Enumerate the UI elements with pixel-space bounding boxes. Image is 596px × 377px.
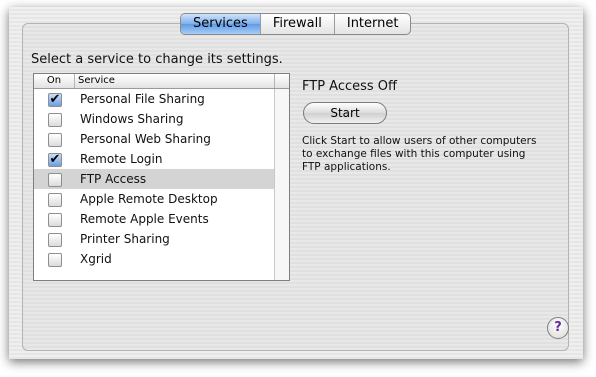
service-description: Click Start to allow users of other comp… xyxy=(302,135,537,173)
service-status: FTP Access Off xyxy=(302,79,397,94)
service-row[interactable]: Xgrid xyxy=(34,249,274,269)
tab-bar: Services Firewall Internet xyxy=(180,13,412,35)
service-row[interactable]: Apple Remote Desktop xyxy=(34,189,274,209)
service-checkbox[interactable]: ✔ xyxy=(48,153,62,167)
service-rows: ✔ Personal File Sharing Windows Sharing Per… xyxy=(34,89,274,280)
service-checkbox[interactable] xyxy=(48,173,62,187)
list-header: On Service xyxy=(34,74,289,89)
service-row[interactable]: FTP Access xyxy=(34,169,274,189)
services-list[interactable]: On Service ✔ Personal File Sharing Windows… xyxy=(33,73,290,281)
service-row[interactable]: Windows Sharing xyxy=(34,109,274,129)
list-scrollbar[interactable] xyxy=(274,89,289,280)
header-corner xyxy=(274,74,289,88)
tab-internet[interactable]: Internet xyxy=(333,14,411,34)
service-row[interactable]: ✔ Remote Login xyxy=(34,149,274,169)
service-label: FTP Access xyxy=(80,172,147,186)
service-checkbox[interactable] xyxy=(48,113,62,127)
service-checkbox[interactable] xyxy=(48,193,62,207)
service-label: Remote Apple Events xyxy=(80,212,209,226)
service-row[interactable]: Personal Web Sharing xyxy=(34,129,274,149)
sharing-window: Services Firewall Internet Select a serv… xyxy=(9,7,583,359)
service-label: Apple Remote Desktop xyxy=(80,192,218,206)
service-row[interactable]: Remote Apple Events xyxy=(34,209,274,229)
service-label: Xgrid xyxy=(80,252,112,266)
help-icon[interactable]: ? xyxy=(547,317,569,339)
service-checkbox[interactable] xyxy=(48,133,62,147)
checkmark-icon: ✔ xyxy=(49,152,61,167)
column-header-on[interactable]: On xyxy=(34,74,75,88)
tab-firewall[interactable]: Firewall xyxy=(259,14,334,34)
service-checkbox[interactable] xyxy=(48,253,62,267)
instruction-text: Select a service to change its settings. xyxy=(31,52,283,67)
service-row[interactable]: Printer Sharing xyxy=(34,229,274,249)
service-checkbox[interactable]: ✔ xyxy=(48,93,62,107)
service-label: Personal Web Sharing xyxy=(80,132,211,146)
tab-services[interactable]: Services xyxy=(181,14,260,34)
column-header-service[interactable]: Service xyxy=(78,74,115,88)
start-button[interactable]: Start xyxy=(303,102,387,124)
service-label: Windows Sharing xyxy=(80,112,184,126)
service-label: Remote Login xyxy=(80,152,163,166)
checkmark-icon: ✔ xyxy=(49,92,61,107)
service-label: Personal File Sharing xyxy=(80,92,205,106)
service-row[interactable]: ✔ Personal File Sharing xyxy=(34,89,274,109)
service-checkbox[interactable] xyxy=(48,233,62,247)
service-label: Printer Sharing xyxy=(80,232,170,246)
service-checkbox[interactable] xyxy=(48,213,62,227)
